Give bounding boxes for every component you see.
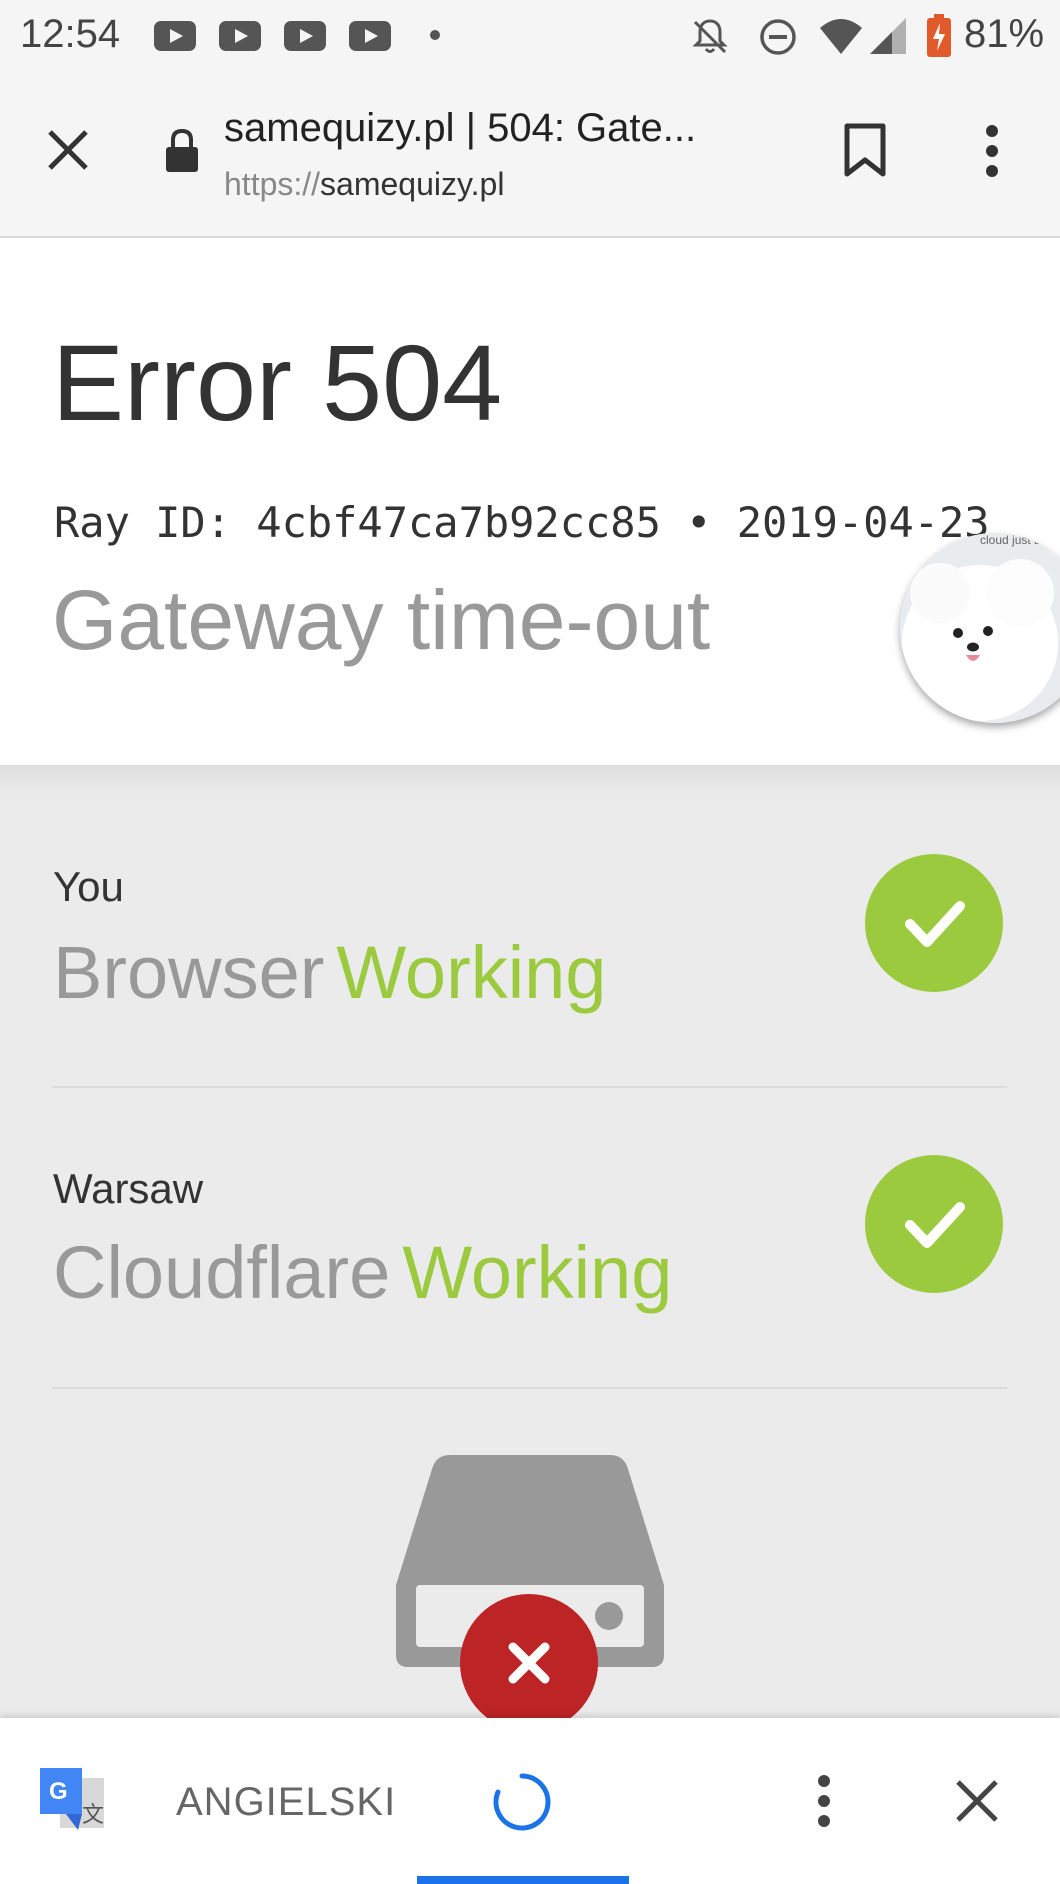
error-x-icon bbox=[460, 1594, 598, 1732]
error-title: Error 504 bbox=[52, 322, 503, 443]
url-protocol: https:// bbox=[224, 166, 321, 202]
url-bar[interactable]: https://samequizy.pl bbox=[224, 166, 504, 203]
close-translate-button[interactable] bbox=[954, 1778, 1000, 1824]
row-location: You bbox=[53, 863, 124, 910]
cell-signal-icon bbox=[870, 18, 906, 54]
translate-bar: G 文 ANGIELSKI bbox=[0, 1718, 1060, 1884]
row-cloudflare: Cloudflare Working bbox=[53, 1230, 672, 1315]
youtube-icon bbox=[284, 21, 326, 51]
row-status: Working bbox=[402, 1231, 673, 1314]
youtube-icon bbox=[349, 21, 391, 51]
loading-spinner-icon bbox=[493, 1773, 551, 1831]
status-bar: 12:54 81% bbox=[0, 0, 1060, 72]
row-browser: Browser Working bbox=[53, 930, 606, 1015]
more-notifications-icon bbox=[430, 30, 440, 40]
check-icon bbox=[865, 854, 1003, 992]
svg-text:G: G bbox=[49, 1778, 68, 1805]
notifications-off-icon bbox=[692, 19, 728, 54]
divider bbox=[52, 1086, 1007, 1088]
wifi-icon bbox=[820, 19, 862, 54]
youtube-icon bbox=[219, 21, 261, 51]
more-options-icon[interactable] bbox=[978, 124, 1006, 180]
section-shadow bbox=[0, 765, 1060, 795]
selected-tab-indicator bbox=[417, 1876, 629, 1884]
row-name: Browser bbox=[53, 931, 325, 1014]
browser-toolbar: samequizy.pl | 504: Gate... https://same… bbox=[0, 72, 1060, 238]
chat-bubble-avatar[interactable]: cloud just ba bbox=[900, 533, 1060, 723]
ray-id: Ray ID: 4cbf47ca7b92cc85 • 2019-04-23 bbox=[54, 498, 990, 547]
translate-options-icon[interactable] bbox=[810, 1774, 838, 1830]
google-translate-icon: G 文 bbox=[40, 1768, 104, 1830]
row-location: Warsaw bbox=[53, 1165, 204, 1212]
close-tab-button[interactable] bbox=[46, 128, 90, 172]
lock-icon[interactable] bbox=[164, 128, 200, 174]
do-not-disturb-icon bbox=[760, 19, 796, 55]
dog-image bbox=[900, 533, 1060, 723]
row-status: Working bbox=[336, 931, 607, 1014]
status-time: 12:54 bbox=[20, 12, 121, 56]
row-name: Cloudflare bbox=[53, 1231, 391, 1314]
battery-charging-icon bbox=[927, 14, 951, 57]
battery-percentage: 81% bbox=[964, 12, 1045, 56]
divider bbox=[52, 1387, 1007, 1389]
url-host: samequizy.pl bbox=[320, 166, 505, 202]
check-icon bbox=[865, 1155, 1003, 1293]
youtube-icon bbox=[154, 21, 196, 51]
page-title[interactable]: samequizy.pl | 504: Gate... bbox=[224, 106, 696, 151]
error-subtitle: Gateway time-out bbox=[52, 573, 711, 667]
bubble-caption: cloud just ba bbox=[980, 533, 1048, 547]
source-language-tab[interactable]: ANGIELSKI bbox=[176, 1780, 396, 1825]
svg-text:文: 文 bbox=[82, 1803, 104, 1828]
bookmark-icon[interactable] bbox=[842, 122, 888, 178]
